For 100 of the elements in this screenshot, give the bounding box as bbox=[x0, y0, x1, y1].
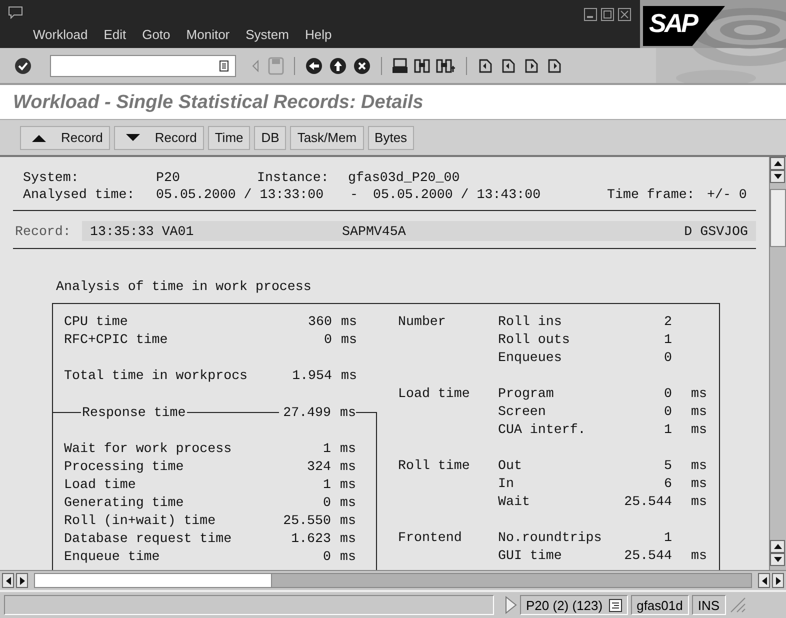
down-arrow-icon bbox=[772, 173, 782, 180]
scroll-thumb[interactable] bbox=[35, 574, 272, 587]
menu-item[interactable]: Monitor bbox=[178, 27, 238, 42]
metric-label: Enqueue time bbox=[64, 548, 161, 566]
unit-label: ms bbox=[340, 458, 356, 476]
toolbar-button[interactable]: Time bbox=[208, 126, 250, 150]
unit-label: ms bbox=[341, 331, 357, 349]
metric-value: 360 bbox=[308, 313, 332, 331]
down-triangle-icon bbox=[124, 132, 141, 144]
record-program: SAPMV45A bbox=[342, 224, 406, 238]
unit-label: ms bbox=[340, 530, 356, 548]
group-label: Frontend bbox=[398, 529, 463, 547]
up-icon[interactable] bbox=[329, 56, 347, 74]
list-icon[interactable] bbox=[608, 598, 622, 612]
metric-label: CPU time bbox=[64, 313, 129, 331]
scroll-down-button[interactable] bbox=[770, 170, 785, 183]
minimize-icon[interactable] bbox=[584, 8, 597, 21]
expand-triangle-icon[interactable] bbox=[505, 596, 517, 614]
field-value: 05.05.2000 / 13:33:00 bbox=[156, 186, 325, 203]
group-label: Load time bbox=[398, 385, 471, 403]
unit-label: ms bbox=[340, 548, 356, 566]
record-button[interactable]: Record bbox=[20, 126, 110, 150]
section-title: Analysis of time in work process bbox=[56, 278, 312, 295]
unit-label: ms bbox=[691, 547, 707, 565]
metric-label: Database request time bbox=[64, 530, 233, 548]
status-text: INS bbox=[698, 598, 720, 612]
metric-label: Enqueues bbox=[498, 349, 563, 367]
unit-label: ms bbox=[691, 385, 707, 403]
unit-label: ms bbox=[691, 421, 707, 439]
list-icon[interactable] bbox=[219, 60, 229, 72]
check-icon[interactable] bbox=[14, 56, 32, 74]
metric-label: Total time in workprocs bbox=[64, 367, 249, 385]
metric-label: In bbox=[498, 475, 515, 493]
metric-value: 0 bbox=[664, 403, 672, 421]
toolbar-button[interactable]: Task/Mem bbox=[290, 126, 364, 150]
page-up-button[interactable] bbox=[770, 540, 785, 553]
metric-label: RFC+CPIC time bbox=[64, 331, 169, 349]
maximize-icon[interactable] bbox=[601, 8, 614, 21]
unit-label: ms bbox=[340, 476, 356, 494]
scroll-left-button[interactable] bbox=[2, 573, 14, 588]
field-label: Instance: bbox=[257, 169, 330, 186]
unit-label: ms bbox=[341, 367, 357, 385]
metric-value: 1 bbox=[664, 529, 672, 547]
page-down-button[interactable] bbox=[770, 553, 785, 566]
toolbar-button[interactable]: DB bbox=[254, 126, 286, 150]
field-value: 05.05.2000 / 13:43:00 bbox=[373, 186, 542, 203]
resize-grip-icon[interactable] bbox=[728, 596, 747, 614]
scroll-left-button[interactable] bbox=[758, 573, 770, 588]
up-arrow-icon bbox=[772, 160, 782, 167]
unit-label: ms bbox=[340, 494, 356, 512]
field-label: Time frame: bbox=[607, 186, 696, 203]
menu-item[interactable]: System bbox=[238, 27, 297, 42]
field-label: Analysed time: bbox=[23, 186, 136, 203]
metric-value: 6 bbox=[664, 475, 672, 493]
menu-item[interactable]: Goto bbox=[134, 27, 178, 42]
menu-item[interactable]: Help bbox=[296, 27, 340, 42]
metric-value: 25.544 bbox=[624, 493, 672, 511]
scroll-thumb[interactable] bbox=[770, 189, 786, 247]
find-next-icon[interactable] bbox=[436, 58, 456, 74]
record-user: D GSVJOG bbox=[684, 224, 748, 238]
metric-value: 1 bbox=[323, 440, 331, 458]
close-icon[interactable] bbox=[618, 8, 631, 21]
metric-label: Roll ins bbox=[498, 313, 563, 331]
metric-label: GUI time bbox=[498, 547, 563, 565]
field-value: gfas03d_P20_00 bbox=[348, 169, 460, 186]
scroll-up-button[interactable] bbox=[770, 157, 785, 170]
next-page-icon[interactable] bbox=[523, 57, 540, 74]
metric-label: Generating time bbox=[64, 494, 185, 512]
metric-label: Wait bbox=[498, 493, 531, 511]
toolbar-button[interactable]: Bytes bbox=[368, 126, 414, 150]
unit-label: ms bbox=[340, 512, 356, 530]
first-page-icon[interactable] bbox=[477, 57, 494, 74]
print-icon[interactable] bbox=[392, 58, 408, 74]
menu-item[interactable]: Edit bbox=[96, 27, 134, 42]
metric-label: Roll outs bbox=[498, 331, 571, 349]
metric-label: Processing time bbox=[64, 458, 185, 476]
cancel-icon[interactable] bbox=[353, 56, 371, 74]
metric-value: 0 bbox=[323, 494, 331, 512]
metric-value: 1 bbox=[664, 421, 672, 439]
menu-item[interactable]: Workload bbox=[25, 27, 96, 42]
metric-value: 25.550 bbox=[283, 512, 331, 530]
metric-value: 1.954 bbox=[292, 367, 332, 385]
up-arrow-icon bbox=[772, 543, 782, 550]
metric-value: 0 bbox=[664, 385, 672, 403]
metric-value: 0 bbox=[664, 349, 672, 367]
command-field[interactable] bbox=[50, 54, 236, 76]
metric-label: Screen bbox=[498, 403, 547, 421]
record-button[interactable]: Record bbox=[114, 126, 204, 150]
unit-label: ms bbox=[691, 493, 707, 511]
previous-page-icon[interactable] bbox=[500, 57, 517, 74]
left-arrow-icon bbox=[760, 576, 768, 586]
back-icon[interactable] bbox=[305, 56, 323, 74]
metric-value: 1 bbox=[323, 476, 331, 494]
scroll-right-button[interactable] bbox=[772, 573, 784, 588]
field-value: P20 bbox=[156, 169, 181, 186]
last-page-icon[interactable] bbox=[546, 57, 563, 74]
unit-label: ms bbox=[691, 403, 707, 421]
group-label: Response time bbox=[81, 404, 187, 422]
scroll-right-button[interactable] bbox=[16, 573, 28, 588]
find-icon[interactable] bbox=[414, 58, 430, 74]
